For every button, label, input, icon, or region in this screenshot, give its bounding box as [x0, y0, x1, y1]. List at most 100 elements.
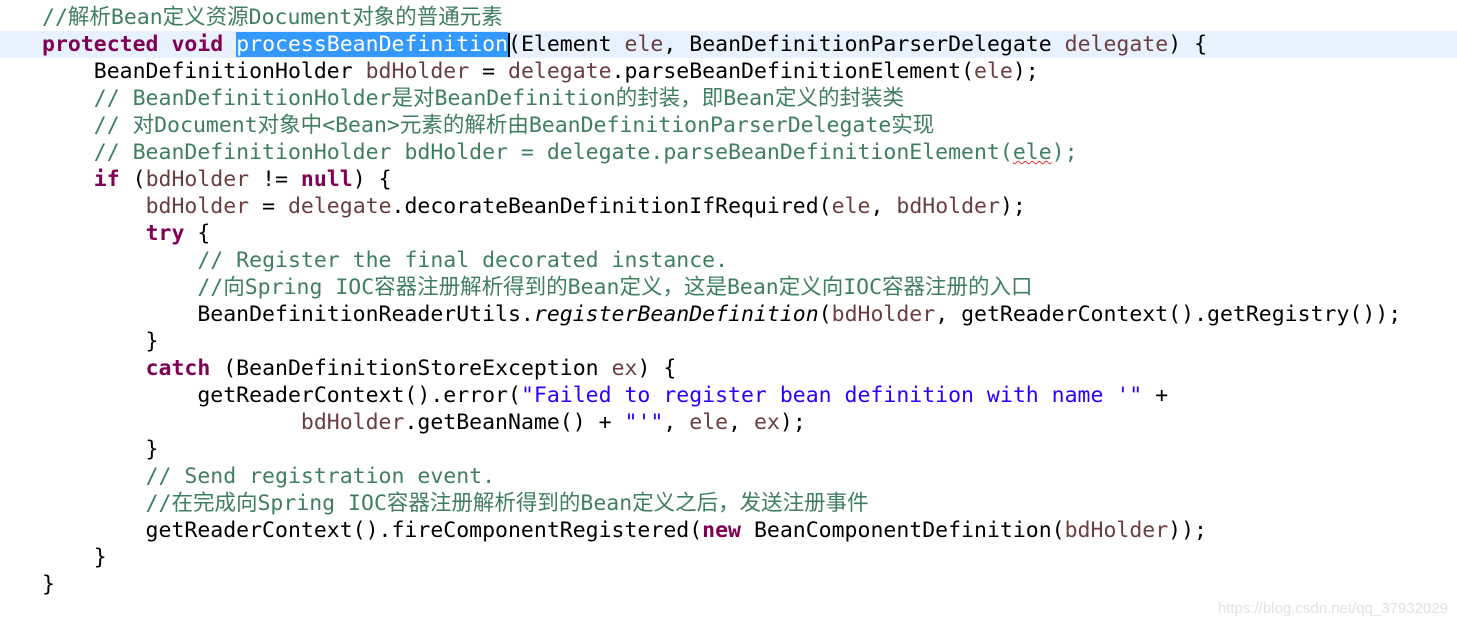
code-text: getReaderContext().error(	[42, 383, 521, 408]
code-line[interactable]: bdHolder = delegate.decorateBeanDefiniti…	[0, 193, 1457, 220]
code-line[interactable]: }	[0, 436, 1457, 463]
comment-token: // Register the final decorated instance…	[197, 248, 729, 273]
code-text: .parseBeanDefinitionElement(	[611, 59, 975, 84]
code-text: BeanDefinitionReaderUtils.	[42, 302, 534, 327]
code-text: ,	[870, 194, 897, 219]
variable-token: ex	[753, 410, 780, 435]
code-line[interactable]: }	[0, 328, 1457, 355]
code-text: .decorateBeanDefinitionIfRequired(	[391, 194, 832, 219]
code-text: );	[999, 194, 1026, 219]
code-text: , BeanDefinitionParserDelegate	[663, 32, 1065, 57]
code-line[interactable]: //向Spring IOC容器注册解析得到的Bean定义，这是Bean定义向IO…	[0, 274, 1457, 301]
code-text: );	[779, 410, 806, 435]
code-line[interactable]: }	[0, 544, 1457, 571]
code-text: ));	[1168, 518, 1208, 543]
code-line[interactable]: bdHolder.getBeanName() + "'", ele, ex);	[0, 409, 1457, 436]
code-text: ) {	[352, 167, 392, 192]
watermark: https://blog.csdn.net/qq_37932029	[1217, 600, 1448, 617]
variable-token: ele	[624, 32, 664, 57]
comment-token: //在完成向Spring IOC容器注册解析得到的Bean定义之后，发送注册事件	[145, 491, 869, 516]
static-method-token: registerBeanDefinition	[533, 302, 819, 327]
code-text: }	[42, 545, 107, 570]
comment-token: );	[1051, 140, 1078, 165]
variable-token: bdHolder	[300, 410, 405, 435]
keyword-token: catch	[145, 356, 211, 381]
code-line[interactable]: getReaderContext().fireComponentRegister…	[0, 517, 1457, 544]
code-line[interactable]: BeanDefinitionReaderUtils.registerBeanDe…	[0, 301, 1457, 328]
keyword-token: new	[702, 518, 741, 543]
code-text: , getReaderContext().getRegistry());	[935, 302, 1402, 327]
code-line[interactable]: // Send registration event.	[0, 463, 1457, 490]
variable-token: bdHolder	[145, 167, 250, 192]
code-editor[interactable]: //解析Bean定义资源Document对象的普通元素 protected voi…	[0, 4, 1457, 598]
code-text: =	[469, 59, 509, 84]
variable-token: ele	[689, 410, 729, 435]
code-line[interactable]: // BeanDefinitionHolder是对BeanDefinition的…	[0, 85, 1457, 112]
code-text: !=	[249, 167, 301, 192]
keyword-token: if	[93, 167, 120, 192]
code-text: =	[249, 194, 288, 219]
comment-token: // Send registration event.	[145, 464, 496, 489]
misspelled-comment-token: ele	[1012, 140, 1052, 165]
code-line[interactable]: try {	[0, 220, 1457, 247]
comment-token: // BeanDefinitionHolder是对BeanDefinition的…	[93, 86, 904, 111]
selected-text: processBeanDefinition	[236, 32, 509, 57]
keyword-token: null	[300, 167, 353, 192]
code-line[interactable]: // Register the final decorated instance…	[0, 247, 1457, 274]
code-line[interactable]: // 对Document对象中<Bean>元素的解析由BeanDefinitio…	[0, 112, 1457, 139]
code-text: getReaderContext().fireComponentRegister…	[42, 518, 703, 543]
variable-token: bdHolder	[831, 302, 936, 327]
code-text: BeanDefinitionHolder	[42, 59, 366, 84]
code-line[interactable]: catch (BeanDefinitionStoreException ex) …	[0, 355, 1457, 382]
code-text: ,	[728, 410, 754, 435]
code-text: }	[42, 437, 159, 462]
code-line[interactable]: // BeanDefinitionHolder bdHolder = deleg…	[0, 139, 1457, 166]
code-line[interactable]: }	[0, 571, 1457, 598]
variable-token: delegate	[287, 194, 392, 219]
code-line[interactable]: protected void processBeanDefinition(Ele…	[0, 31, 1457, 58]
code-text: );	[1012, 59, 1039, 84]
variable-token: ele	[974, 59, 1013, 84]
code-text: .getBeanName() +	[404, 410, 625, 435]
code-line[interactable]: getReaderContext().error("Failed to regi…	[0, 382, 1457, 409]
variable-token: bdHolder	[896, 194, 1000, 219]
code-text: ) {	[637, 356, 677, 381]
variable-token: bdHolder	[1064, 518, 1169, 543]
code-text: +	[1142, 383, 1169, 408]
string-token: "Failed to register bean definition with…	[520, 383, 1143, 408]
code-text: ,	[663, 410, 690, 435]
code-text: {	[184, 221, 211, 246]
code-text: }	[42, 329, 159, 354]
variable-token: delegate	[1064, 32, 1169, 57]
keyword-token: try	[145, 221, 185, 246]
variable-token: ex	[611, 356, 638, 381]
variable-token: ele	[831, 194, 871, 219]
code-line[interactable]: //解析Bean定义资源Document对象的普通元素	[0, 4, 1457, 31]
keyword-token: void	[171, 32, 224, 57]
keyword-token: protected	[42, 32, 159, 57]
code-line[interactable]: BeanDefinitionHolder bdHolder = delegate…	[0, 58, 1457, 85]
code-text: }	[42, 572, 55, 597]
code-line[interactable]: //在完成向Spring IOC容器注册解析得到的Bean定义之后，发送注册事件	[0, 490, 1457, 517]
code-text: ) {	[1168, 32, 1208, 57]
code-line[interactable]: if (bdHolder != null) {	[0, 166, 1457, 193]
code-text: (	[119, 167, 146, 192]
variable-token: delegate	[508, 59, 612, 84]
comment-token: //向Spring IOC容器注册解析得到的Bean定义，这是Bean定义向IO…	[197, 275, 1033, 300]
comment-token: // 对Document对象中<Bean>元素的解析由BeanDefinitio…	[93, 113, 935, 138]
code-text: (BeanDefinitionStoreException	[210, 356, 612, 381]
